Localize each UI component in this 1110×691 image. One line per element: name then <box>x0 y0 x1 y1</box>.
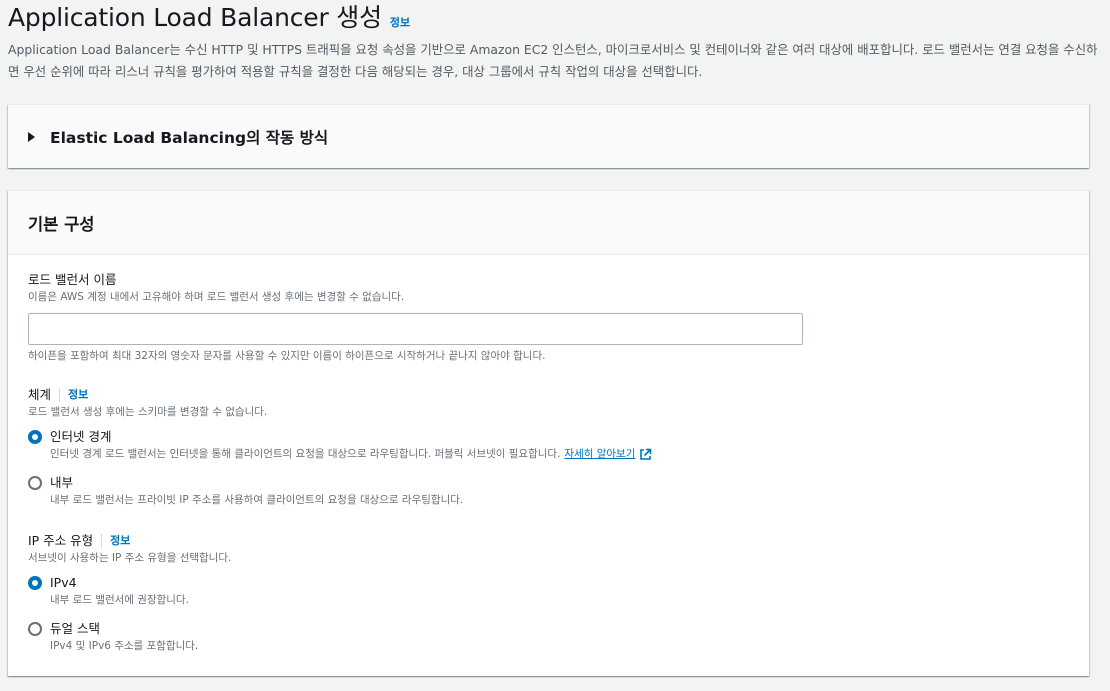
radio-checked-icon[interactable] <box>28 430 42 444</box>
ip-type-info-link[interactable]: 정보 <box>110 532 130 550</box>
divider <box>101 534 103 548</box>
lb-name-field: 로드 밸런서 이름 이름은 AWS 계정 내에서 고유해야 하며 로드 밸런서 … <box>28 271 404 305</box>
radio-checked-icon[interactable] <box>28 576 42 590</box>
lb-name-label: 로드 밸런서 이름 <box>28 272 117 287</box>
scheme-description: 로드 밸런서 생성 후에는 스키마를 변경할 수 없습니다. <box>28 406 268 418</box>
radio-description-text: 인터넷 경계 로드 밸런서는 인터넷을 통해 클라이언트의 요청을 대상으로 라… <box>50 448 561 460</box>
radio-label: 듀얼 스택 <box>50 621 100 636</box>
scheme-label: 체계 <box>28 387 52 402</box>
learn-more-link[interactable]: 자세히 알아보기 <box>564 446 652 463</box>
basic-config-header: 기본 구성 <box>8 191 1089 255</box>
title-info-link[interactable]: 정보 <box>390 14 410 30</box>
scheme-info-link[interactable]: 정보 <box>68 386 88 404</box>
ip-type-description: 서브넷이 사용하는 IP 주소 유형을 선택합니다. <box>28 552 232 564</box>
page-title: Application Load Balancer 생성 <box>8 3 382 32</box>
ip-type-label: IP 주소 유형 <box>28 533 94 548</box>
learn-more-text: 자세히 알아보기 <box>564 448 636 460</box>
scheme-field: 체계 정보 로드 밸런서 생성 후에는 스키마를 변경할 수 없습니다. <box>28 386 267 420</box>
scheme-option-internal[interactable]: 내부 내부 로드 밸런서는 프라이빗 IP 주소를 사용하여 클라이언트의 요청… <box>28 474 463 509</box>
basic-config-panel: 기본 구성 로드 밸런서 이름 이름은 AWS 계정 내에서 고유해야 하며 로… <box>8 190 1089 676</box>
radio-label: 내부 <box>50 475 74 490</box>
lb-name-hint: 하이픈을 포함하여 최대 32자의 영숫자 문자를 사용할 수 있지만 이름이 … <box>28 350 546 362</box>
page-header: Application Load Balancer 생성 정보 Applicat… <box>8 0 1103 83</box>
ip-type-label-row: IP 주소 유형 정보 <box>28 532 231 550</box>
caret-right-icon <box>28 132 35 142</box>
how-it-works-toggle[interactable]: Elastic Load Balancing의 작동 방식 <box>8 105 1089 169</box>
ip-option-dualstack[interactable]: 듀얼 스택 IPv4 및 IPv6 주소를 포함합니다. <box>28 620 198 655</box>
lb-name-input[interactable] <box>28 313 803 345</box>
ip-type-field: IP 주소 유형 정보 서브넷이 사용하는 IP 주소 유형을 선택합니다. <box>28 532 231 566</box>
title-row: Application Load Balancer 생성 정보 <box>8 0 1103 38</box>
radio-description: 내부 로드 밸런서에 권장합니다. <box>50 594 189 606</box>
how-it-works-panel: Elastic Load Balancing의 작동 방식 <box>8 104 1089 168</box>
how-it-works-title: Elastic Load Balancing의 작동 방식 <box>50 129 329 147</box>
radio-description: IPv4 및 IPv6 주소를 포함합니다. <box>50 640 199 652</box>
external-link-icon <box>640 448 652 460</box>
radio-unchecked-icon[interactable] <box>28 476 42 490</box>
lb-name-description: 이름은 AWS 계정 내에서 고유해야 하며 로드 밸런서 생성 후에는 변경할… <box>28 291 405 303</box>
basic-config-title: 기본 구성 <box>28 214 95 234</box>
scheme-option-internet-facing[interactable]: 인터넷 경계 인터넷 경계 로드 밸런서는 인터넷을 통해 클라이언트의 요청을… <box>28 428 652 463</box>
radio-description: 인터넷 경계 로드 밸런서는 인터넷을 통해 클라이언트의 요청을 대상으로 라… <box>50 446 652 463</box>
radio-label: IPv4 <box>50 575 77 590</box>
divider <box>59 388 61 402</box>
radio-description: 내부 로드 밸런서는 프라이빗 IP 주소를 사용하여 클라이언트의 요청을 대… <box>50 494 464 506</box>
ip-option-ipv4[interactable]: IPv4 내부 로드 밸런서에 권장합니다. <box>28 574 189 609</box>
page-description: Application Load Balancer는 수신 HTTP 및 HTT… <box>8 42 1098 79</box>
radio-label: 인터넷 경계 <box>50 429 112 444</box>
scheme-label-row: 체계 정보 <box>28 386 267 404</box>
radio-unchecked-icon[interactable] <box>28 622 42 636</box>
